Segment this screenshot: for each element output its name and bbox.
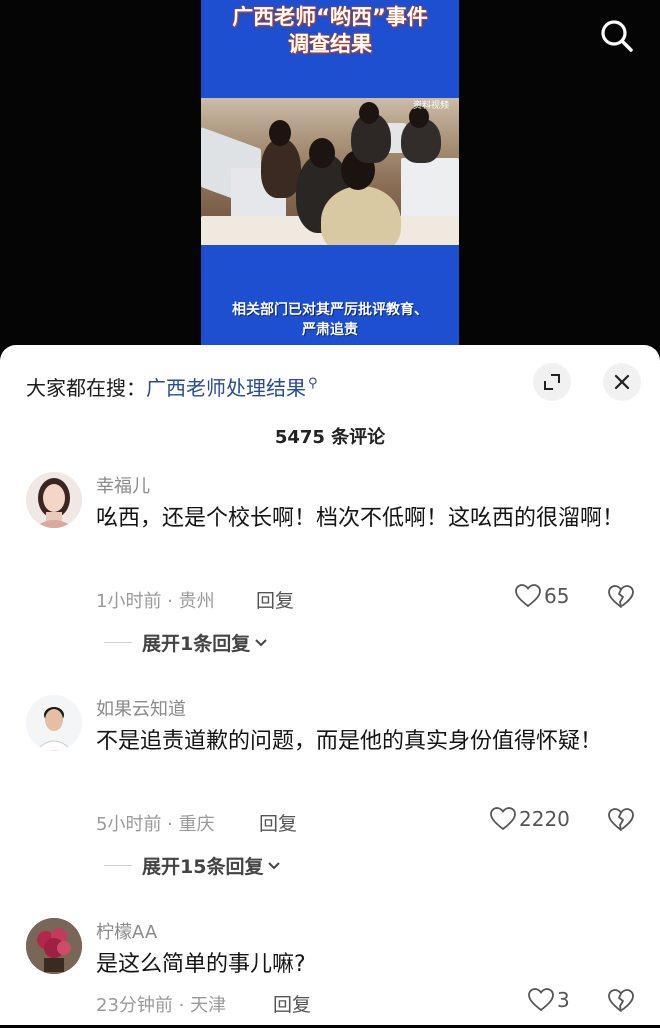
video-watermark: 资料视频 bbox=[412, 101, 449, 111]
trending-search-bar[interactable]: 大家都在搜：广西老师处理结果 ⚲ bbox=[26, 372, 318, 401]
expand-replies-label: 展开1条回复 bbox=[142, 633, 251, 655]
like-count: 65 bbox=[544, 584, 570, 608]
comment-text: 是这么简单的事儿嘛? bbox=[96, 952, 306, 977]
avatar[interactable] bbox=[26, 472, 82, 528]
reply-button[interactable]: 回复 bbox=[259, 809, 297, 836]
person-head bbox=[269, 120, 291, 146]
trending-search-keyword[interactable]: 广西老师处理结果 bbox=[146, 376, 306, 400]
comment-author[interactable]: 如果云知道 bbox=[96, 695, 186, 721]
comment-item: 幸福儿 吆西，还是个校长啊！档次不低啊！这吆西的很溜啊！ 1小时前 · 贵州 回… bbox=[0, 472, 660, 672]
like-button[interactable]: 65 bbox=[515, 584, 569, 608]
video-caption: 相关部门已对其严厉批评教育、 严肃追责 bbox=[201, 300, 459, 340]
dislike-button[interactable] bbox=[608, 808, 634, 836]
heart-icon bbox=[528, 988, 554, 1012]
comment-item: 如果云知道 不是追责道歉的问题，而是他的真实身份值得怀疑！ 5小时前 · 重庆 … bbox=[0, 695, 660, 895]
broken-heart-icon bbox=[608, 808, 634, 831]
avatar-image bbox=[26, 472, 82, 528]
comment-item: 柠檬AA 是这么简单的事儿嘛? 23分钟前 · 天津 回复 3 bbox=[0, 918, 660, 1028]
expand-icon bbox=[544, 374, 560, 390]
reply-button[interactable]: 回复 bbox=[273, 990, 311, 1017]
chevron-down-icon bbox=[268, 861, 281, 869]
chevron-down-icon bbox=[255, 638, 267, 646]
heart-icon bbox=[515, 584, 541, 608]
person-foreground bbox=[321, 186, 401, 245]
person-head bbox=[359, 102, 379, 124]
search-button[interactable] bbox=[597, 16, 637, 56]
reply-button[interactable]: 回复 bbox=[256, 586, 294, 613]
person bbox=[261, 138, 301, 198]
expand-replies-button[interactable]: 展开1条回复 bbox=[104, 629, 269, 656]
video-player[interactable]: 广西老师“哟西”事件 调查结果 资料视频 相关部门已对其严厉批评教育、 严肃追责 bbox=[0, 0, 660, 345]
like-button[interactable]: 2220 bbox=[490, 807, 570, 831]
divider-line bbox=[104, 865, 132, 866]
like-button[interactable]: 3 bbox=[528, 988, 570, 1012]
video-still-image: 资料视频 bbox=[201, 98, 459, 245]
expand-button[interactable] bbox=[533, 363, 571, 401]
video-caption-line1: 相关部门已对其严厉批评教育、 bbox=[232, 302, 428, 318]
expand-replies-label: 展开15条回复 bbox=[142, 856, 264, 878]
search-mini-icon: ⚲ bbox=[308, 376, 318, 391]
video-title-line1: 广西老师“哟西”事件 bbox=[232, 5, 428, 29]
broken-heart-icon bbox=[608, 989, 634, 1012]
avatar[interactable] bbox=[26, 695, 82, 751]
like-count: 3 bbox=[557, 988, 570, 1012]
divider-line bbox=[104, 642, 132, 643]
avatar-image bbox=[26, 695, 82, 751]
video-title-line2: 调查结果 bbox=[288, 32, 372, 56]
comment-meta: 1小时前 · 贵州 bbox=[96, 591, 215, 612]
close-button[interactable] bbox=[603, 363, 641, 401]
comment-text: 不是追责道歉的问题，而是他的真实身份值得怀疑！ bbox=[96, 729, 603, 754]
comment-meta: 5小时前 · 重庆 bbox=[96, 814, 215, 835]
like-count: 2220 bbox=[519, 807, 570, 831]
trending-search-prefix: 大家都在搜： bbox=[26, 376, 146, 400]
comments-panel: 大家都在搜：广西老师处理结果 ⚲ 5475 条评论 幸福儿 吆西，还是个校长啊！档… bbox=[0, 345, 660, 1025]
close-icon bbox=[614, 374, 630, 390]
video-caption-line2: 严肃追责 bbox=[302, 322, 358, 338]
comment-text: 吆西，还是个校长啊！档次不低啊！这吆西的很溜啊！ bbox=[96, 506, 625, 531]
broken-heart-icon bbox=[608, 585, 634, 608]
avatar-image bbox=[26, 918, 82, 974]
search-icon bbox=[601, 20, 633, 52]
comment-author[interactable]: 幸福儿 bbox=[96, 472, 150, 498]
dislike-button[interactable] bbox=[608, 585, 634, 613]
expand-replies-button[interactable]: 展开15条回复 bbox=[104, 852, 282, 879]
avatar[interactable] bbox=[26, 918, 82, 974]
comment-count: 5475 条评论 bbox=[274, 427, 386, 448]
person-head bbox=[309, 138, 335, 168]
video-frame[interactable]: 广西老师“哟西”事件 调查结果 资料视频 相关部门已对其严厉批评教育、 严肃追责 bbox=[201, 0, 459, 345]
dislike-button[interactable] bbox=[608, 989, 634, 1017]
heart-icon bbox=[490, 807, 516, 831]
comment-author[interactable]: 柠檬AA bbox=[96, 918, 157, 944]
comment-meta: 23分钟前 · 天津 bbox=[96, 995, 227, 1016]
video-title: 广西老师“哟西”事件 调查结果 bbox=[201, 4, 459, 58]
